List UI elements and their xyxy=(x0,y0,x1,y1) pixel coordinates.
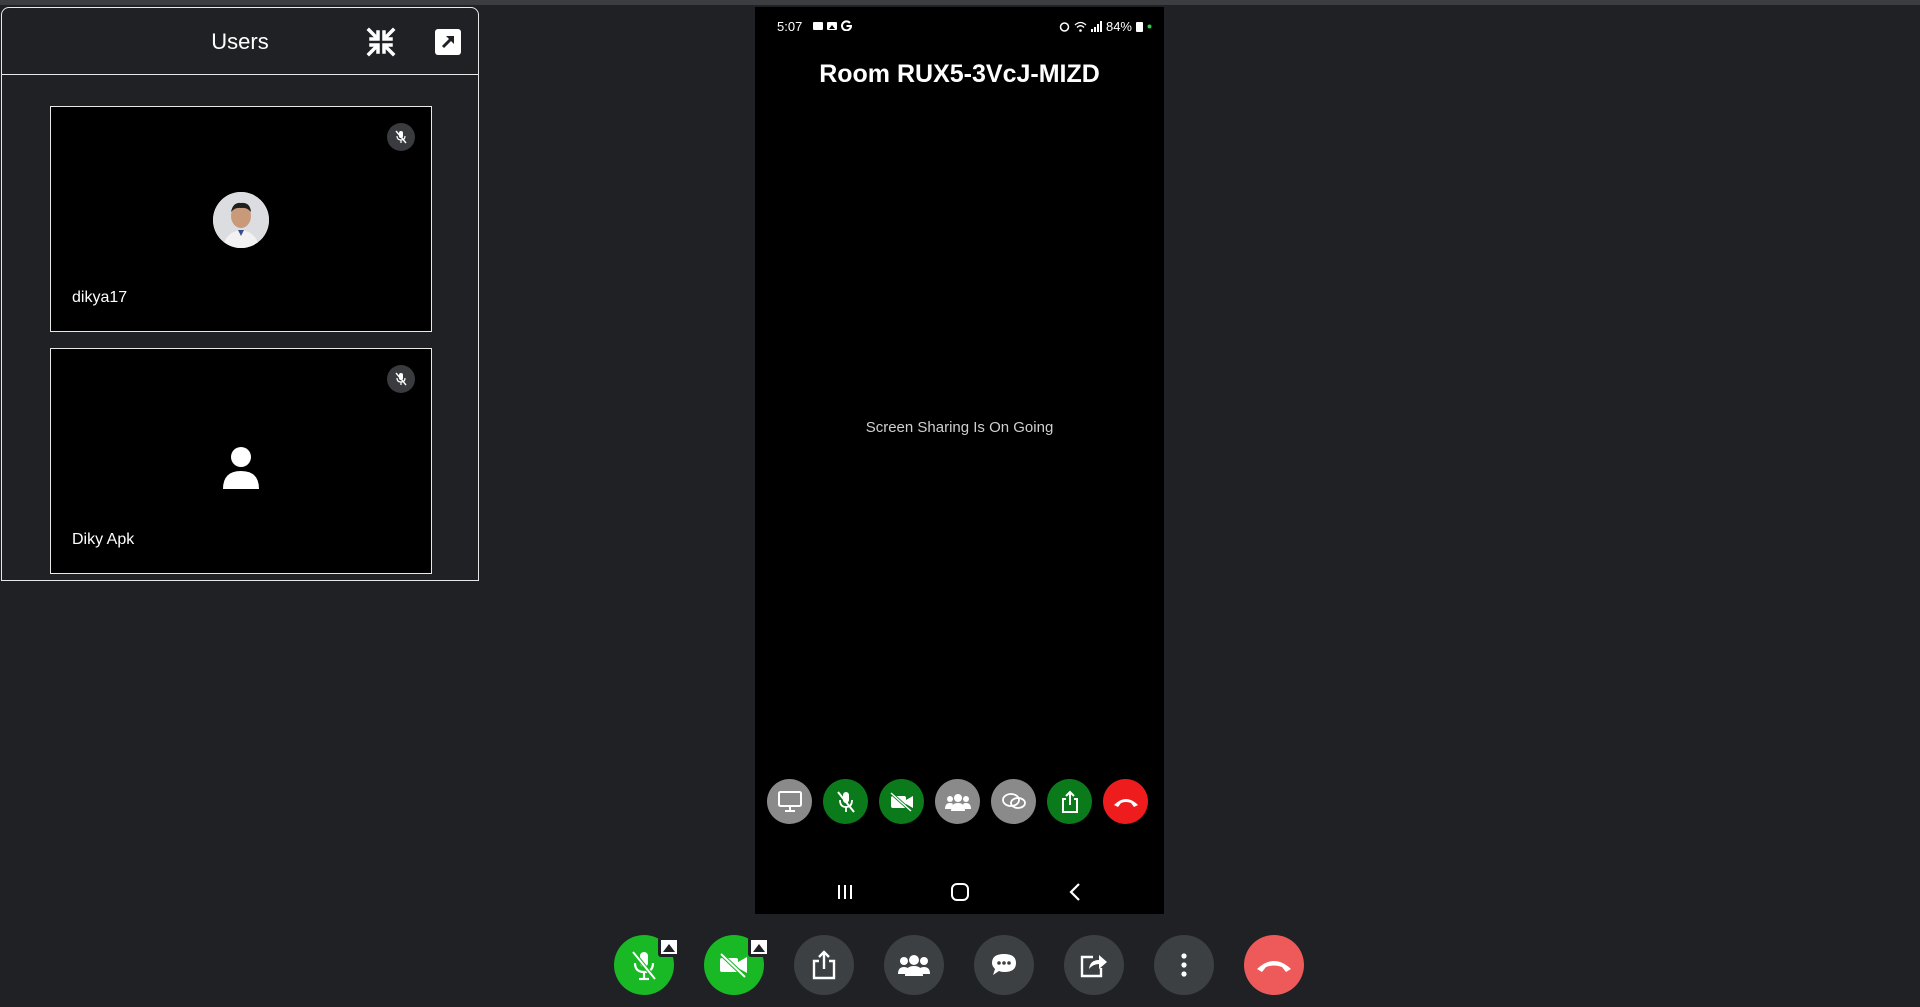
share-link-button[interactable] xyxy=(1064,935,1124,995)
recent-apps-icon[interactable] xyxy=(830,877,860,907)
battery-level: 84% xyxy=(1105,19,1132,34)
phone-camera-button[interactable] xyxy=(879,779,924,824)
share-forward-icon xyxy=(1080,955,1107,978)
share-screen-button[interactable] xyxy=(794,935,854,995)
top-strip xyxy=(0,0,1920,5)
video-off-icon xyxy=(889,791,913,812)
participant-name: Diky Apk xyxy=(72,531,135,548)
phone-chat-button[interactable] xyxy=(991,779,1036,824)
back-icon[interactable] xyxy=(1060,877,1090,907)
message-icon xyxy=(813,21,823,30)
participants-button[interactable] xyxy=(884,935,944,995)
collapse-panel-button[interactable] xyxy=(365,26,397,58)
mic-off-icon xyxy=(836,790,855,813)
person-icon xyxy=(221,445,261,489)
more-options-button[interactable] xyxy=(1154,935,1214,995)
external-link-icon xyxy=(435,29,461,55)
users-panel: Users dikya17 Diky Apk xyxy=(1,7,479,581)
meeting-toolbar xyxy=(614,935,1304,995)
system-status-icons: 84% xyxy=(1059,19,1152,34)
participant-name: dikya17 xyxy=(72,289,128,306)
screen-sharing-status: Screen Sharing Is On Going xyxy=(865,419,1054,436)
room-title: Room RUX5-3VcJ-MIZD xyxy=(819,60,1100,88)
google-icon xyxy=(841,20,852,31)
mic-off-icon xyxy=(631,950,657,981)
gallery-icon xyxy=(827,21,837,30)
home-icon[interactable] xyxy=(945,877,975,907)
dot-indicator-icon xyxy=(1147,24,1152,29)
android-nav-bar xyxy=(755,877,1164,907)
phone-call-controls xyxy=(767,779,1148,824)
mic-muted-icon xyxy=(387,123,415,151)
chat-icon xyxy=(992,954,1016,975)
signal-icon xyxy=(1090,21,1102,32)
phone-participants-button[interactable] xyxy=(935,779,980,824)
monitor-icon xyxy=(777,790,802,812)
phone-mic-button[interactable] xyxy=(823,779,868,824)
camera-toggle-button[interactable] xyxy=(704,935,770,995)
phone-screen-share-button[interactable] xyxy=(767,779,812,824)
share-upload-icon xyxy=(812,950,836,980)
image-settings-icon xyxy=(661,940,677,954)
mic-muted-icon xyxy=(387,365,415,393)
mic-settings-badge[interactable] xyxy=(658,937,680,957)
compress-arrows-icon xyxy=(366,27,396,57)
more-vertical-icon xyxy=(1181,953,1187,977)
battery-icon xyxy=(1136,22,1143,32)
phone-status-bar: 5:07 84% xyxy=(755,14,1164,34)
users-icon xyxy=(944,793,971,811)
share-upload-icon xyxy=(1061,790,1078,813)
mic-toggle-button[interactable] xyxy=(614,935,680,995)
participant-tile[interactable]: dikya17 xyxy=(50,106,432,332)
shared-screen-view: 5:07 84% Room RUX5-3VcJ-MIZD Screen Shar… xyxy=(755,7,1164,914)
phone-share-button[interactable] xyxy=(1047,779,1092,824)
users-panel-header: Users xyxy=(2,8,478,75)
hang-up-icon xyxy=(1257,961,1291,972)
users-icon xyxy=(898,955,930,976)
notification-icons xyxy=(813,20,852,31)
image-settings-icon xyxy=(751,940,767,954)
status-time: 5:07 xyxy=(777,19,803,34)
end-call-button[interactable] xyxy=(1244,935,1304,995)
popout-panel-button[interactable] xyxy=(432,26,464,58)
participant-avatar xyxy=(213,192,269,248)
wifi-icon xyxy=(1074,21,1087,32)
users-panel-title: Users xyxy=(211,29,269,54)
chat-bubbles-icon xyxy=(1001,792,1026,809)
phone-end-call-button[interactable] xyxy=(1103,779,1148,824)
alarm-icon xyxy=(1059,22,1070,32)
hang-up-icon xyxy=(1113,798,1138,807)
camera-settings-badge[interactable] xyxy=(748,937,770,957)
participant-tile[interactable]: Diky Apk xyxy=(50,348,432,574)
video-off-icon xyxy=(719,952,747,979)
chat-button[interactable] xyxy=(974,935,1034,995)
